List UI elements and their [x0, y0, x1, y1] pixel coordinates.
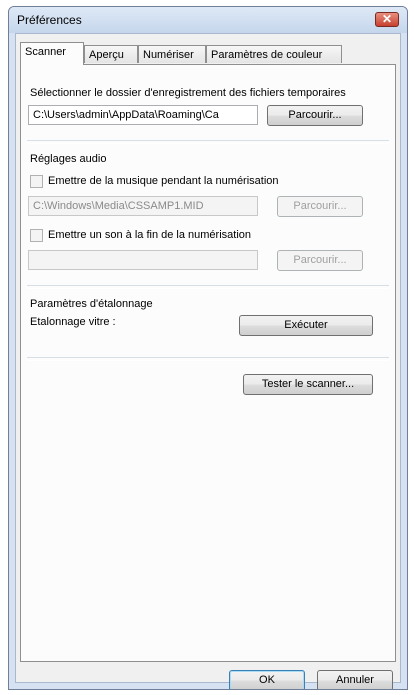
calibration-heading: Paramètres d'étalonnage [30, 298, 153, 310]
temp-folder-browse-button[interactable]: Parcourir... [267, 105, 363, 126]
audio-settings-heading: Réglages audio [30, 153, 107, 165]
tab-numeriser[interactable]: Numériser [138, 45, 206, 63]
close-button[interactable]: ✕ [375, 12, 399, 27]
music-browse-button[interactable]: Parcourir... [277, 196, 363, 217]
tab-apercu[interactable]: Aperçu [84, 45, 138, 63]
ok-button[interactable]: OK [229, 670, 305, 689]
music-checkbox[interactable] [30, 175, 43, 188]
temp-folder-input[interactable]: C:\Users\admin\AppData\Roaming\Ca [28, 105, 258, 125]
separator [27, 140, 389, 144]
calibration-run-button[interactable]: Exécuter [239, 315, 373, 336]
tab-scanner[interactable]: Scanner [20, 42, 84, 65]
separator [27, 357, 389, 361]
music-file-input[interactable]: C:\Windows\Media\CSSAMP1.MID [28, 196, 258, 216]
cancel-button[interactable]: Annuler [317, 670, 393, 689]
dialog-client-area: Scanner Aperçu Numériser Paramètres de c… [15, 33, 401, 689]
end-sound-browse-button[interactable]: Parcourir... [277, 250, 363, 271]
separator [27, 285, 389, 289]
close-icon: ✕ [381, 12, 393, 26]
title-bar[interactable]: Préférences ✕ [9, 7, 407, 33]
test-scanner-button[interactable]: Tester le scanner... [243, 374, 373, 395]
temp-folder-label: Sélectionner le dossier d'enregistrement… [30, 87, 346, 99]
preferences-window: Préférences ✕ Scanner Aperçu Numériser P… [8, 6, 408, 690]
window-title: Préférences [17, 13, 82, 27]
glass-calibration-label: Etalonnage vitre : [30, 316, 116, 328]
end-sound-checkbox[interactable] [30, 229, 43, 242]
tab-parametres-couleur[interactable]: Paramètres de couleur [206, 45, 342, 63]
scanner-tab-panel: Sélectionner le dossier d'enregistrement… [20, 64, 396, 662]
music-checkbox-label: Emettre de la musique pendant la numéris… [48, 175, 279, 187]
end-sound-file-input[interactable] [28, 250, 258, 270]
end-sound-checkbox-label: Emettre un son à la fin de la numérisati… [48, 229, 252, 241]
